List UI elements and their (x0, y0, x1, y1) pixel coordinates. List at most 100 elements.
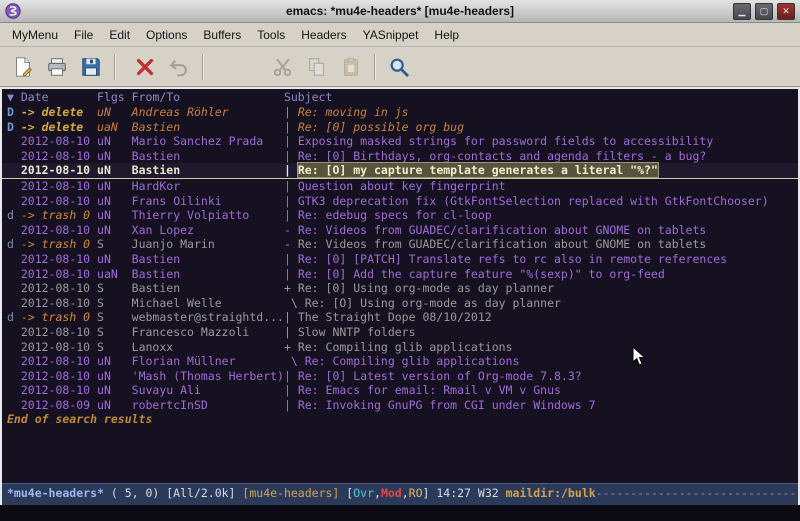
row-marker (7, 398, 21, 412)
row-from: webmaster@straightd... (132, 310, 284, 324)
message-row[interactable]: 2012-08-10 uN 'Mash (Thomas Herbert)| Re… (2, 369, 798, 384)
undo-button (164, 52, 194, 82)
close-buffer-button[interactable] (130, 52, 160, 82)
toolbar-separator (374, 54, 376, 80)
row-date: 2012-08-10 (21, 354, 97, 368)
message-row[interactable]: d -> trash 0 uN Thierry Volpiatto | Re: … (2, 208, 798, 223)
message-row[interactable]: 2012-08-10 uN Frans Oilinki | GTK3 depre… (2, 194, 798, 209)
menu-mymenu[interactable]: MyMenu (4, 25, 66, 45)
headers-column-header[interactable]: ▼ Date Flgs From/To Subject (2, 89, 798, 105)
row-marker (7, 134, 21, 148)
close-button[interactable]: ✕ (777, 3, 795, 20)
row-flags: uN (97, 149, 132, 163)
message-row[interactable]: D -> delete uaN Bastien | Re: [0] possib… (2, 120, 798, 135)
row-flags: uN (97, 105, 132, 119)
message-row[interactable]: 2012-08-10 uN Bastien | Re: [0] Birthday… (2, 149, 798, 164)
row-date: 2012-08-10 (21, 369, 97, 383)
new-file-button[interactable] (8, 52, 38, 82)
row-date: 2012-08-10 (21, 163, 97, 177)
toolbar (0, 47, 800, 87)
row-marker (7, 296, 21, 310)
menu-file[interactable]: File (66, 25, 101, 45)
row-from: Suvayu Ali (132, 383, 284, 397)
menu-bar: MyMenuFileEditOptionsBuffersToolsHeaders… (0, 23, 800, 47)
message-row[interactable]: 2012-08-10 S Lanoxx + Re: Compiling glib… (2, 340, 798, 355)
window-title: emacs: *mu4e-headers* [mu4e-headers] (0, 4, 800, 18)
message-row[interactable]: D -> delete uN Andreas Röhler | Re: movi… (2, 105, 798, 120)
modeline-segment-mode: [mu4e-headers] (242, 486, 339, 500)
message-row[interactable]: 2012-08-10 uN Mario Sanchez Prada | Expo… (2, 134, 798, 149)
toolbar-separator (202, 54, 204, 80)
row-subject: - Re: Videos from GUADEC/clarification a… (284, 223, 706, 237)
mouse-cursor (632, 346, 646, 367)
row-marker (7, 354, 21, 368)
modeline-segment-plain: ( 5, 0) [All/2.0k] (104, 486, 242, 500)
modeline-segment-plain: [ (339, 486, 353, 500)
row-date: 2012-08-10 (21, 325, 97, 339)
row-flags: uN (97, 383, 132, 397)
modeline-segment-plain: , (402, 486, 409, 500)
emacs-window: emacs: *mu4e-headers* [mu4e-headers] ▁ ▢… (0, 0, 800, 521)
row-flags: uN (97, 208, 132, 222)
close-buffer-icon (134, 56, 156, 78)
row-marker (7, 325, 21, 339)
row-date: 2012-08-10 (21, 134, 97, 148)
print-button[interactable] (42, 52, 72, 82)
message-row[interactable]: 2012-08-10 uN HardKor | Question about k… (2, 179, 798, 194)
save-button[interactable] (76, 52, 106, 82)
row-marker (7, 383, 21, 397)
message-row[interactable]: 2012-08-10 uaN Bastien | Re: [0] Add the… (2, 267, 798, 282)
row-flags: uaN (97, 267, 132, 281)
copy-icon (306, 56, 328, 78)
menu-buffers[interactable]: Buffers (195, 25, 249, 45)
message-row[interactable]: 2012-08-10 S Bastien + Re: [0] Using org… (2, 281, 798, 296)
row-subject: + Re: [0] Using org-mode as day planner (284, 281, 554, 295)
message-row[interactable]: 2012-08-10 S Francesco Mazzoli | Slow NN… (2, 325, 798, 340)
modeline-segment-buffer: *mu4e-headers* (7, 486, 104, 500)
row-marker (7, 149, 21, 163)
row-flags: uN (97, 179, 132, 193)
row-date: 2012-08-10 (21, 383, 97, 397)
row-marker (7, 252, 21, 266)
maximize-button[interactable]: ▢ (755, 3, 773, 20)
row-subject: | Slow NNTP folders (284, 325, 416, 339)
menu-tools[interactable]: Tools (249, 25, 293, 45)
menu-headers[interactable]: Headers (293, 25, 354, 45)
emacs-frame: ▼ Date Flgs From/To Subject D -> delete … (0, 87, 800, 505)
message-row[interactable]: 2012-08-10 uN Bastien | Re: [0] [PATCH] … (2, 252, 798, 267)
row-from: Lanoxx (132, 340, 284, 354)
row-from: Mario Sanchez Prada (132, 134, 284, 148)
row-from: Michael Welle (132, 296, 284, 310)
cut-icon (272, 56, 294, 78)
modeline-segment-mod: Mod (381, 486, 402, 500)
menu-edit[interactable]: Edit (101, 25, 138, 45)
row-marker (7, 163, 21, 177)
row-date: 2012-08-10 (21, 281, 97, 295)
row-flags: S (97, 237, 132, 251)
row-subject: | Re: Emacs for email: Rmail v VM v Gnus (284, 383, 561, 397)
search-button[interactable] (384, 52, 414, 82)
echo-area[interactable] (0, 505, 800, 521)
message-row[interactable]: 2012-08-10 uN Xan Lopez - Re: Videos fro… (2, 223, 798, 238)
row-from: Bastien (132, 149, 284, 163)
row-flags: S (97, 281, 132, 295)
row-marker: d (7, 208, 21, 222)
modeline-segment-dashes: ----------------------------------------… (596, 486, 798, 500)
row-subject: | Re: [0] Latest version of Org-mode 7.8… (284, 369, 582, 383)
menu-help[interactable]: Help (426, 25, 467, 45)
message-row[interactable]: 2012-08-10 S Michael Welle \ Re: [O] Usi… (2, 296, 798, 311)
message-row[interactable]: 2012-08-10 uN Suvayu Ali | Re: Emacs for… (2, 383, 798, 398)
row-from: 'Mash (Thomas Herbert) (132, 369, 284, 383)
row-flags: uN (97, 134, 132, 148)
row-date: 2012-08-10 (21, 194, 97, 208)
message-row[interactable]: 2012-08-10 uN Florian Müllner \ Re: Comp… (2, 354, 798, 369)
row-date: 2012-08-10 (21, 179, 97, 193)
message-row[interactable]: 2012-08-09 uN robertcInSD | Re: Invoking… (2, 398, 798, 413)
minimize-button[interactable]: ▁ (733, 3, 751, 20)
menu-yasnippet[interactable]: YASnippet (355, 25, 427, 45)
message-row[interactable]: d -> trash 0 S Juanjo Marin - Re: Videos… (2, 237, 798, 252)
menu-options[interactable]: Options (138, 25, 195, 45)
message-row-current[interactable]: 2012-08-10 uN Bastien | Re: [O] my captu… (2, 163, 798, 179)
row-subject-highlight: Re: [O] my capture template generates a … (298, 163, 658, 177)
message-row[interactable]: d -> trash 0 S webmaster@straightd...| T… (2, 310, 798, 325)
